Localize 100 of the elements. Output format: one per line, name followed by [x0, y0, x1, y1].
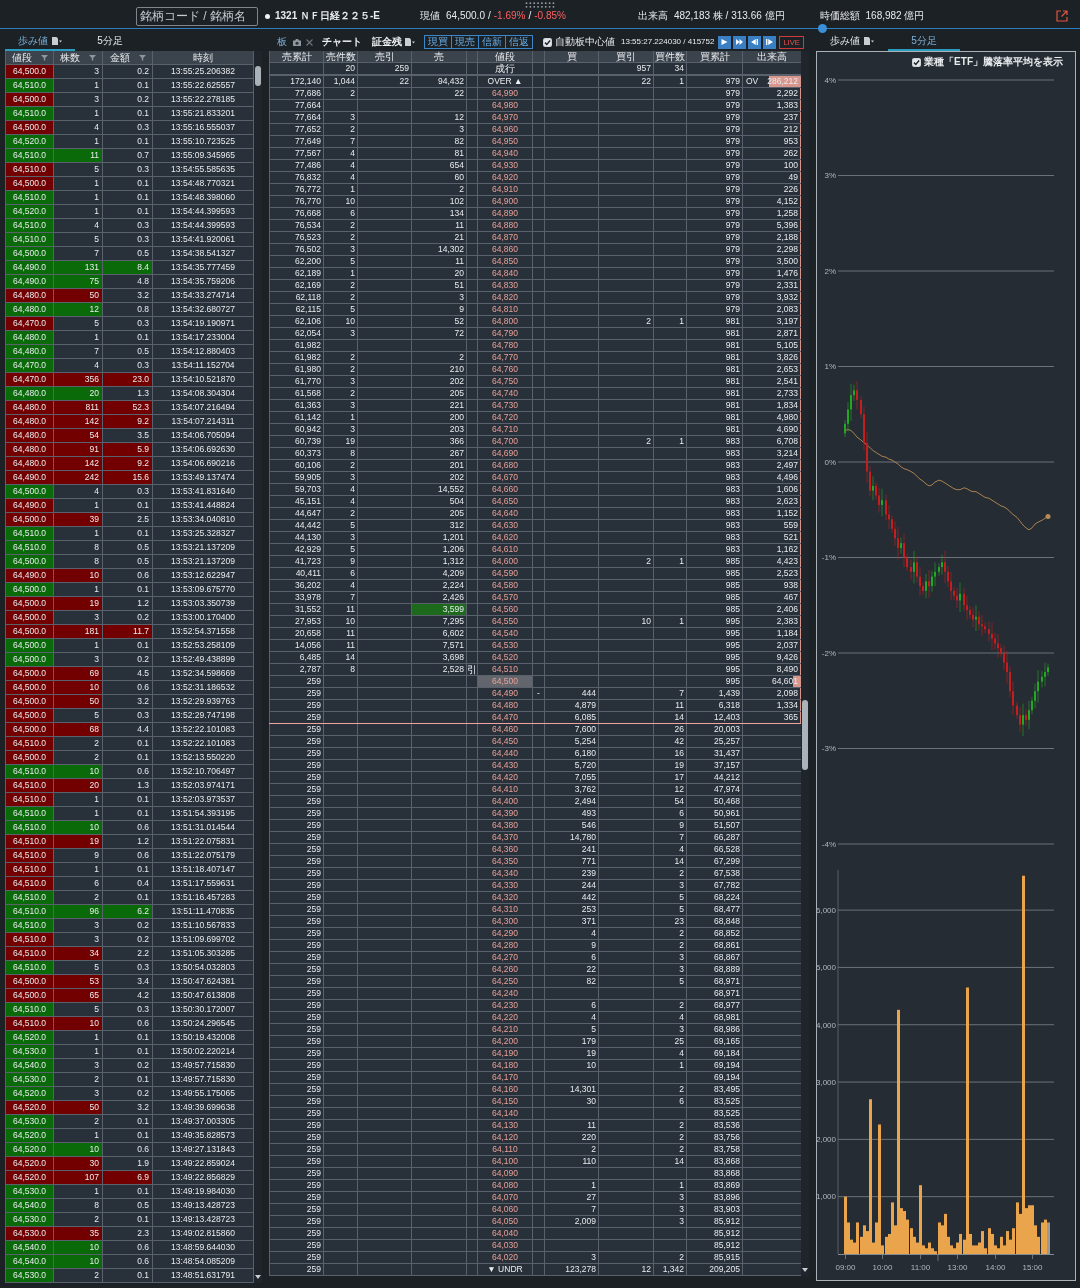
sell-total-cell-text: 76,770 [294, 196, 322, 207]
filter-icon[interactable] [40, 54, 48, 61]
column-header[interactable]: 金額 [103, 51, 152, 64]
sell-qty-cell-text: 7,295 [441, 616, 465, 627]
timestamp-text: 13:55:27.224030 / 415752 [621, 38, 715, 46]
shares-cell-text: 1 [93, 1129, 100, 1142]
play-button[interactable] [718, 35, 732, 49]
buy-total-cell-text: 979 [724, 124, 741, 135]
amount-cell: 6.2 [103, 905, 152, 918]
buy-total-cell-text: 985 [724, 580, 741, 591]
price-cell-text: 64,640 [491, 508, 519, 519]
shares-cell-text: 2 [93, 751, 100, 764]
volume-value: 3,214 [776, 448, 798, 459]
buy-total-cell-text: 66,528 [713, 844, 741, 855]
amount-cell-text: 0.3 [136, 1003, 150, 1016]
shares-cell: 53 [54, 975, 102, 988]
amount-cell-text: 0.1 [136, 191, 150, 204]
filter-icon[interactable] [89, 54, 96, 61]
tab[interactable]: 5分足 [75, 31, 145, 51]
scroll-down-icon[interactable] [802, 1268, 808, 1272]
price-cell-text: 64,910 [491, 184, 519, 195]
sell-total-cell-text: 27,953 [294, 616, 322, 627]
document-menu-icon[interactable] [405, 38, 415, 46]
bar [869, 1099, 872, 1254]
step-back-button[interactable] [748, 35, 762, 49]
buy-qty-cell-text: 771 [580, 856, 597, 867]
axis-label: 13:00 [947, 1263, 968, 1272]
order-button[interactable]: 現売 [451, 35, 479, 49]
price-cell: 64,500.0 [6, 639, 53, 652]
shares-cell-text: 8 [93, 541, 100, 554]
sell-qty-cell-text: 11 [454, 256, 465, 267]
drag-handle-icon[interactable] [525, 2, 555, 8]
sell-total-cell-text: 259 [305, 964, 322, 975]
buy-orders-cell-text: 16 [673, 748, 685, 759]
sell-orders-cell-text: 4 [349, 580, 356, 591]
x-icon[interactable] [306, 38, 313, 46]
fast-forward-button[interactable] [733, 35, 747, 49]
document-menu-icon[interactable] [864, 37, 874, 45]
external-link-icon[interactable] [1056, 10, 1068, 22]
checkbox-label[interactable]: 業種「ETF」騰落率平均を表示 [924, 57, 1063, 67]
time-cell-text: 13:52:22.101083 [170, 737, 236, 750]
camera-icon[interactable] [293, 38, 301, 46]
sell-total-cell-text: 77,652 [294, 124, 322, 135]
search-field[interactable]: 銘柄コード / 銘柄名 [136, 6, 258, 26]
column-header[interactable]: 株数 [54, 51, 102, 64]
document-menu-icon[interactable] [52, 37, 62, 45]
amount-cell-text: 0.6 [136, 1255, 150, 1268]
scrollbar-thumb[interactable] [255, 66, 261, 86]
price-cell: 64,500.0 [6, 121, 53, 134]
amount-cell-text: 0.1 [136, 1031, 150, 1044]
time-cell-text: 13:54:35.759206 [170, 275, 236, 288]
buy-qty-cell-text: 5,720 [573, 760, 597, 771]
price-cell: 64,510.0 [6, 219, 53, 232]
sell-total-cell-text: 33,978 [294, 592, 322, 603]
buy-total-cell-text: 979 [724, 304, 741, 315]
amount-cell-text: 0.1 [136, 793, 150, 806]
order-button[interactable]: 信新 [478, 35, 506, 49]
scrollbar[interactable] [254, 51, 262, 1283]
filter-icon[interactable] [138, 54, 146, 61]
tab[interactable]: 歩み値 [816, 31, 888, 51]
buy-total-cell-text: 979 [724, 160, 741, 171]
price-cell: 64,510.0 [6, 807, 53, 820]
sell-qty-cell-text: 2,224 [441, 580, 465, 591]
time-cell-text: 13:53:34.040810 [170, 513, 236, 526]
volume-value: 467 [783, 592, 798, 603]
shares-cell: 19 [54, 597, 102, 610]
step-forward-button[interactable] [763, 35, 777, 49]
sell-total-cell-text: 62,115 [294, 304, 322, 315]
checkbox[interactable] [912, 57, 922, 67]
column-header[interactable]: 時刻 [153, 51, 253, 64]
buy-orders-cell-text: 12 [673, 784, 685, 795]
price-cell: 64,510.0 [6, 79, 53, 92]
sell-total-cell-text: 77,686 [294, 88, 322, 99]
scrollbar[interactable] [801, 51, 809, 1276]
amount-cell-text: 0.1 [136, 1045, 150, 1058]
column-header[interactable]: 値段 [6, 51, 53, 64]
sell-qty-cell-text: 1,201 [441, 532, 465, 543]
buy-qty-cell-text: 7,600 [573, 724, 597, 735]
time-cell-text: 13:53:41.831640 [170, 485, 236, 498]
tab[interactable]: 板 [277, 37, 287, 47]
checkbox-label[interactable]: 自動板中心値 [555, 37, 615, 47]
row-mark: 引 [467, 664, 477, 675]
sell-total-cell-text: 259 [305, 1144, 322, 1155]
buy-qty-cell-text: 244 [580, 880, 597, 891]
tab[interactable]: チャート [322, 37, 362, 47]
volume-value: 2,083 [776, 304, 798, 315]
sell-total-cell-text: 77,664 [294, 100, 322, 111]
tab[interactable]: 証金残 [372, 37, 415, 47]
column-header: 売累計 [280, 51, 313, 62]
shares-cell-text: 4 [93, 485, 100, 498]
scrollbar-thumb[interactable] [802, 700, 808, 770]
checkbox[interactable] [543, 37, 552, 47]
amount-cell-text: 4.2 [136, 989, 150, 1002]
scroll-down-icon[interactable] [255, 1275, 261, 1279]
shares-cell-text: 4 [93, 121, 100, 134]
order-button[interactable]: 信返 [505, 35, 533, 49]
sell-orders-cell-text: 1 [349, 184, 356, 195]
volume-value: 1,258 [776, 208, 798, 219]
splitter-handle[interactable] [818, 24, 827, 33]
order-button[interactable]: 現買 [424, 35, 452, 49]
